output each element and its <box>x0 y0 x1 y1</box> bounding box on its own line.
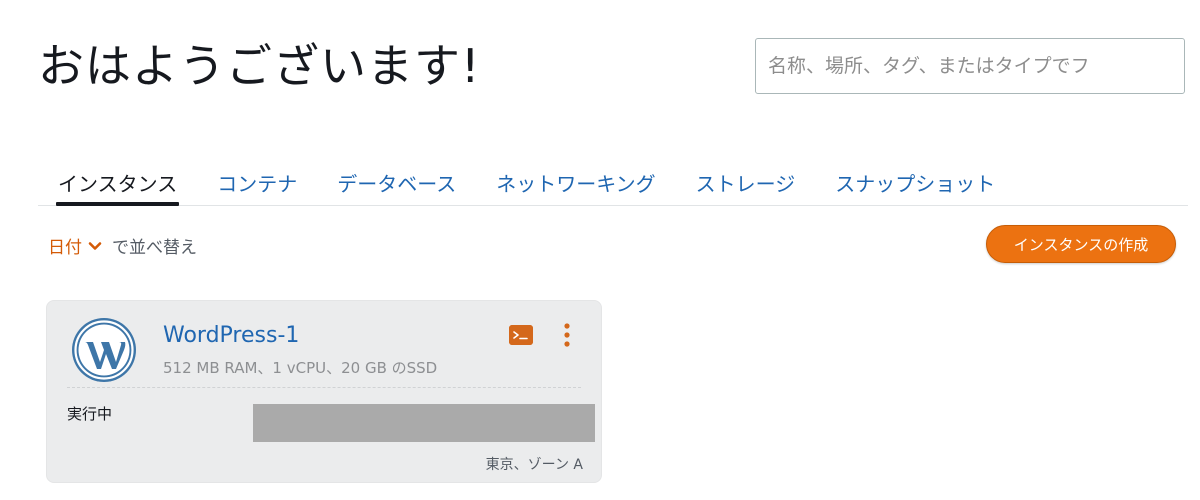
search-input[interactable] <box>768 55 1172 77</box>
dashboard-page: おはようございます! インスタンス コンテナ データベース ネットワーキング ス… <box>0 0 1200 500</box>
card-divider <box>67 387 581 388</box>
redacted-block <box>253 404 595 442</box>
sort-suffix-label: で並べ替え <box>112 238 197 258</box>
tab-networking[interactable]: ネットワーキング <box>476 162 675 205</box>
sort-field-label: 日付 <box>48 238 82 258</box>
chevron-down-icon <box>88 241 102 250</box>
create-instance-button[interactable]: インスタンスの作成 <box>986 225 1176 263</box>
instance-name-link[interactable]: WordPress-1 <box>163 323 299 348</box>
tab-snapshots[interactable]: スナップショット <box>815 162 1015 205</box>
instance-card: WordPress-1 512 MB RAM、1 vCPU、20 GB のSSD… <box>46 300 602 483</box>
terminal-icon[interactable] <box>509 325 533 345</box>
search-box[interactable] <box>755 38 1185 94</box>
tab-storage[interactable]: ストレージ <box>676 162 816 205</box>
tab-containers[interactable]: コンテナ <box>197 162 317 205</box>
page-title: おはようございます! <box>38 39 481 93</box>
more-vertical-icon[interactable] <box>559 321 575 349</box>
instance-location: 東京、ゾーン A <box>485 457 583 473</box>
instance-specs: 512 MB RAM、1 vCPU、20 GB のSSD <box>163 359 438 377</box>
sort-dropdown[interactable]: 日付 <box>48 233 102 258</box>
sort-bar: 日付 で並べ替え <box>48 233 197 258</box>
wordpress-logo-icon <box>72 318 136 382</box>
instance-state: 実行中 <box>67 405 113 423</box>
tab-instances[interactable]: インスタンス <box>38 162 197 206</box>
tab-databases[interactable]: データベース <box>317 162 476 205</box>
resource-tabs: インスタンス コンテナ データベース ネットワーキング ストレージ スナップショ… <box>38 162 1188 206</box>
